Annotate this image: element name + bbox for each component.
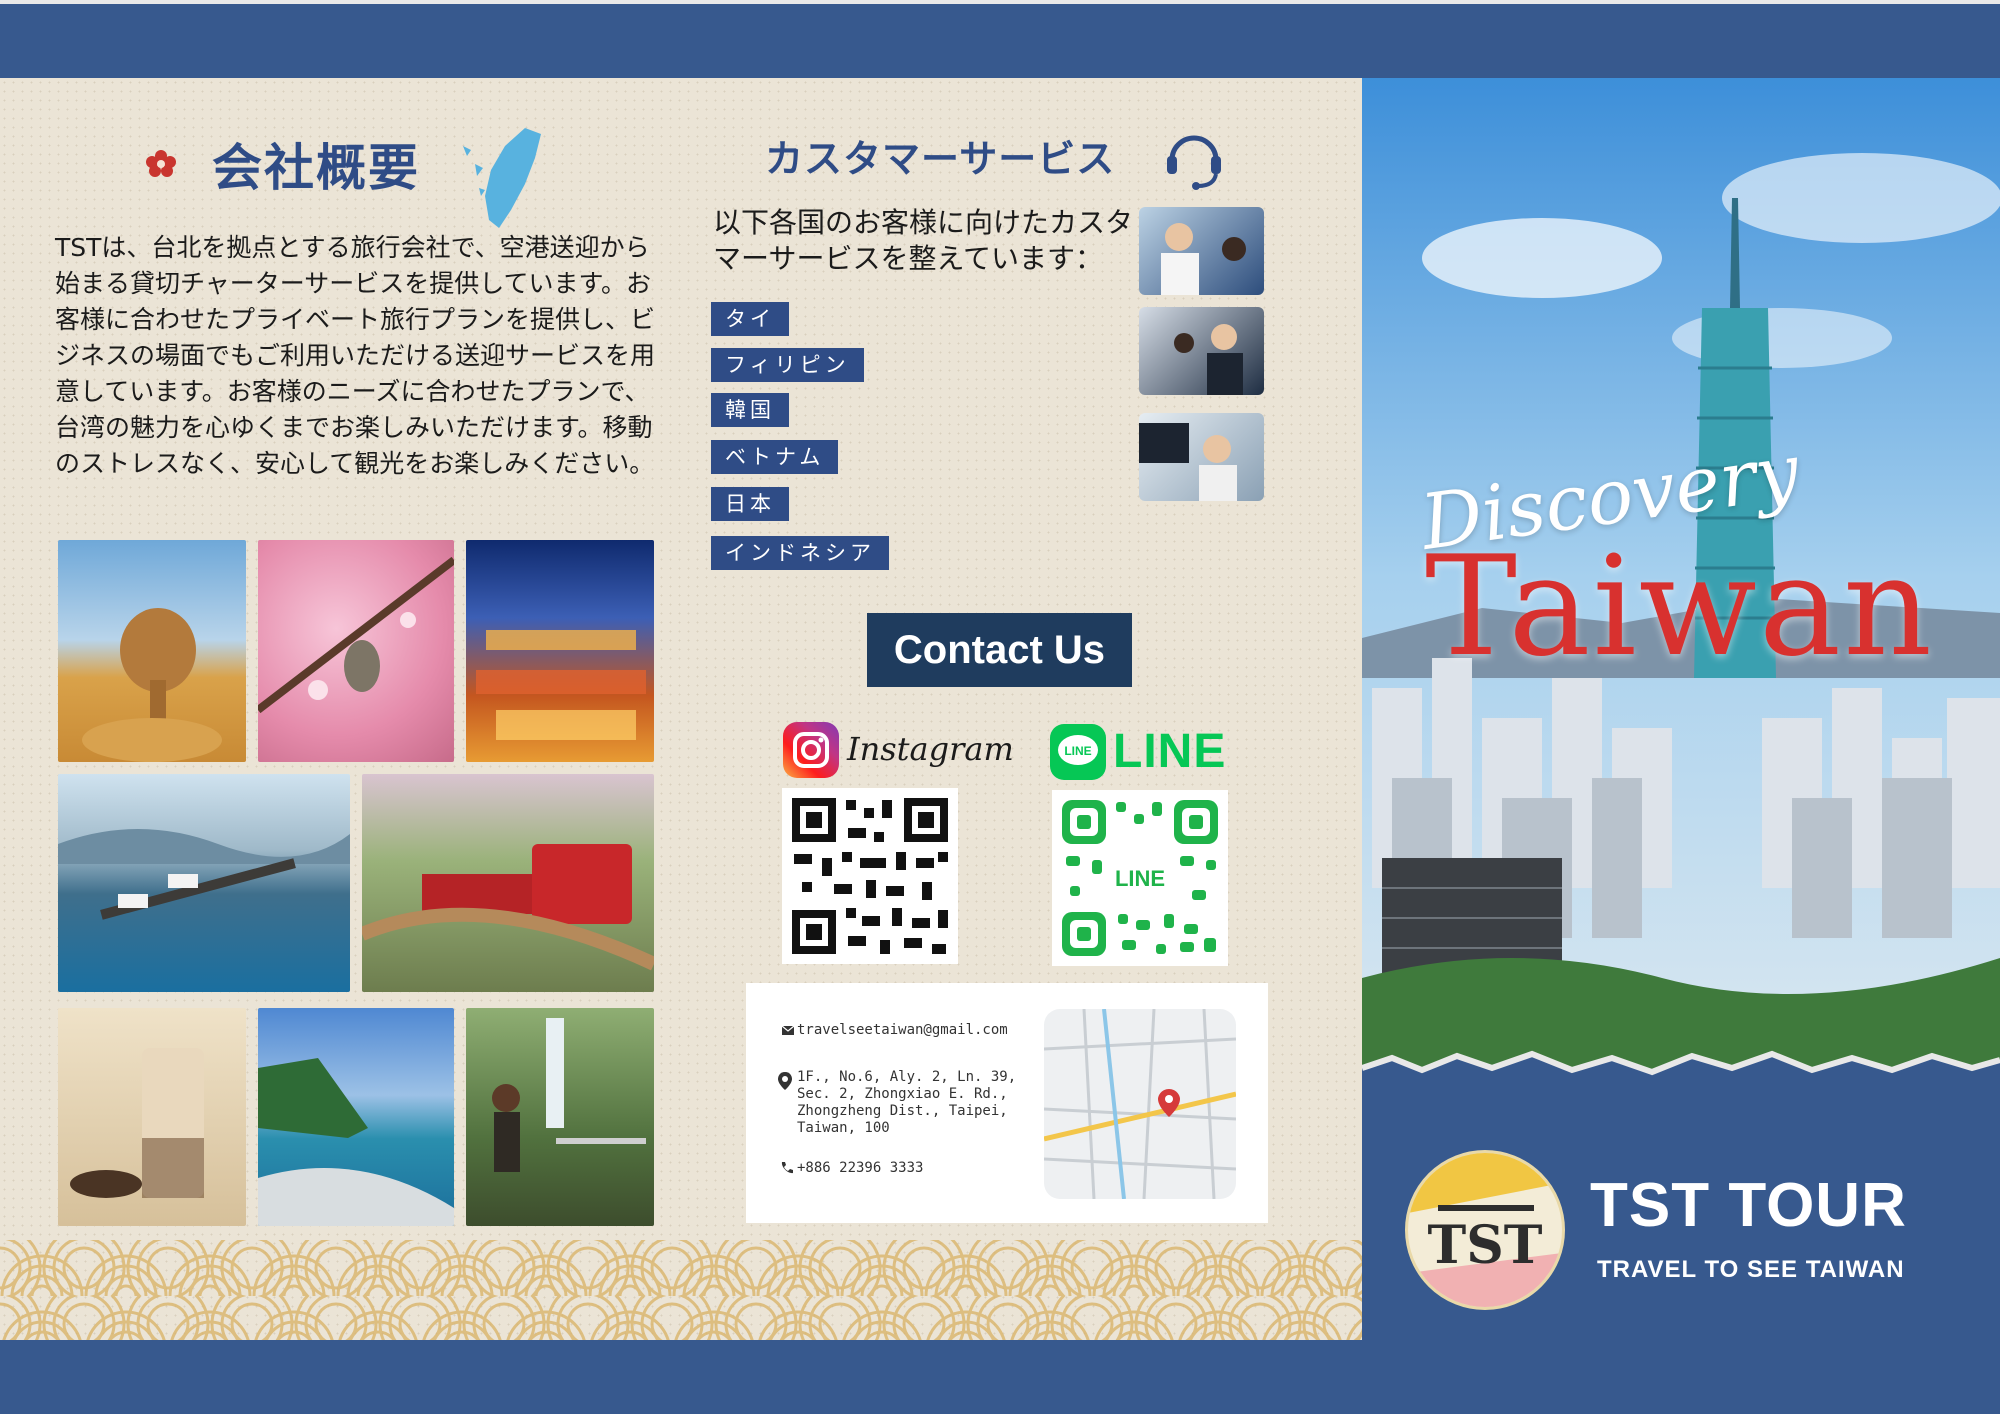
location-pin-icon <box>778 1072 792 1090</box>
taiwan-map-icon <box>463 128 541 228</box>
agent-photo-3 <box>1139 413 1264 501</box>
customer-service-text: 以下各国のお客様に向けたカスタマーサービスを整えています： <box>713 206 1134 275</box>
bottom-band <box>0 1340 2000 1414</box>
photo-cherry-blossom-bird <box>258 540 454 762</box>
agent-photo-1 <box>1139 207 1264 295</box>
line-label[interactable]: LINE <box>1113 724 1226 779</box>
email-text[interactable]: travelseetaiwan@gmail.com <box>797 1022 1008 1039</box>
photo-jiufen-night <box>466 540 654 762</box>
cover-panel <box>1362 78 2000 1340</box>
svg-text:LINE: LINE <box>1115 866 1165 891</box>
language-tag-indonesia: インドネシア <box>711 536 889 570</box>
address-text: 1F., No.6, Aly. 2, Ln. 39, Sec. 2, Zhong… <box>797 1069 1017 1136</box>
language-tag-philippines: フィリピン <box>711 348 864 382</box>
plum-blossom-icon <box>146 150 176 177</box>
headset-icon <box>1167 135 1221 190</box>
photo-sun-moon-lake <box>58 774 350 992</box>
customer-service-title: カスタマーサービス <box>765 137 1116 181</box>
photo-alishan-train <box>362 774 654 992</box>
language-tag-thai: タイ <box>711 302 789 336</box>
contact-us-button[interactable]: Contact Us <box>867 613 1132 687</box>
brand-name: TST TOUR <box>1590 1171 1907 1240</box>
language-tag-japan: 日本 <box>711 487 789 521</box>
phone-icon <box>781 1162 793 1174</box>
language-tag-vietnam: ベトナム <box>711 440 839 474</box>
line-icon[interactable]: LINE <box>1050 724 1106 780</box>
photo-bubble-tea <box>58 1008 246 1226</box>
language-tag-korea: 韓国 <box>711 393 789 427</box>
brand-tagline: TRAVEL TO SEE TAIWAN <box>1597 1256 1905 1283</box>
svg-text:LINE: LINE <box>1064 744 1091 758</box>
svg-text:TST: TST <box>1428 1215 1543 1276</box>
line-qr-code[interactable]: LINE <box>1052 790 1228 966</box>
seigaiha-wave-pattern <box>0 1240 1362 1340</box>
instagram-icon[interactable] <box>783 722 839 778</box>
agent-photo-2 <box>1139 307 1264 395</box>
mail-icon <box>781 1025 795 1035</box>
top-band <box>0 0 2000 78</box>
tst-logo: TST <box>1405 1150 1565 1310</box>
cover-taiwan-text: Taiwan <box>1425 526 1935 687</box>
company-intro-text: TSTは、台北を拠点とする旅行会社で、空港送迎から始まる貸切チャーターサービスを… <box>55 233 656 478</box>
company-overview-title: 会社概要 <box>212 139 420 197</box>
location-map[interactable] <box>1044 1009 1236 1199</box>
instagram-label[interactable]: Instagram <box>847 730 1014 768</box>
photo-queens-head-rock <box>58 540 246 762</box>
instagram-qr-code[interactable] <box>782 788 958 964</box>
photo-waterfall-hiker <box>466 1008 654 1226</box>
phone-text[interactable]: +886 22396 3333 <box>797 1160 923 1177</box>
photo-qingshui-cliff <box>258 1008 454 1226</box>
